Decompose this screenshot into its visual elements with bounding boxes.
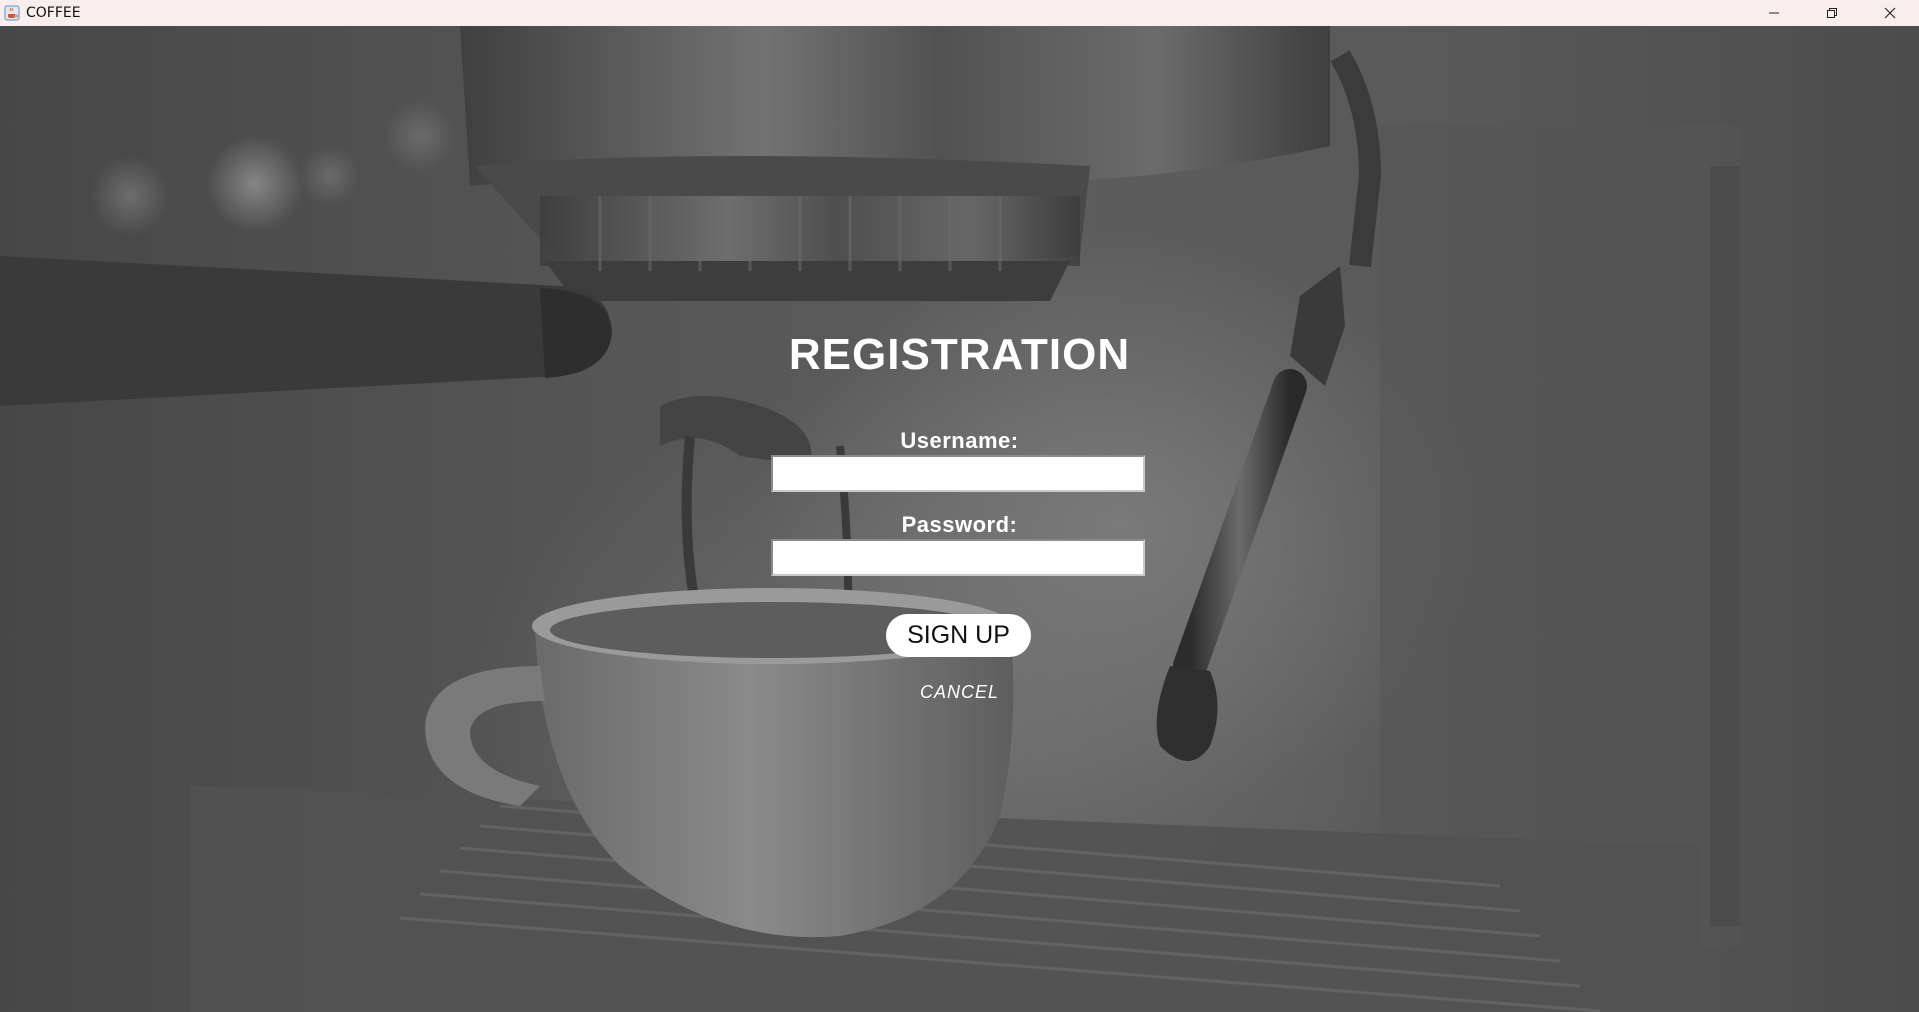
close-icon [1884, 7, 1896, 19]
minimize-button[interactable] [1745, 0, 1803, 26]
cancel-link[interactable]: CANCEL [0, 682, 1919, 703]
password-label: Password: [901, 512, 1018, 537]
java-cup-icon [4, 5, 20, 21]
username-input[interactable] [771, 455, 1145, 492]
window-controls [1745, 0, 1919, 26]
password-input[interactable] [771, 539, 1145, 576]
sign-up-button[interactable]: SIGN UP [886, 614, 1031, 657]
username-label: Username: [900, 428, 1019, 453]
close-button[interactable] [1861, 0, 1919, 26]
restore-button[interactable] [1803, 0, 1861, 26]
app-window: COFFEE REGISTRATION Username: Password: … [0, 0, 1919, 1012]
page-title: REGISTRATION [788, 330, 1131, 379]
minimize-icon [1769, 12, 1779, 14]
registration-form: REGISTRATION Username: Password: SIGN UP… [0, 0, 1919, 1012]
restore-icon [1827, 8, 1837, 18]
window-title: COFFEE [26, 5, 81, 21]
title-bar[interactable]: COFFEE [0, 0, 1919, 26]
